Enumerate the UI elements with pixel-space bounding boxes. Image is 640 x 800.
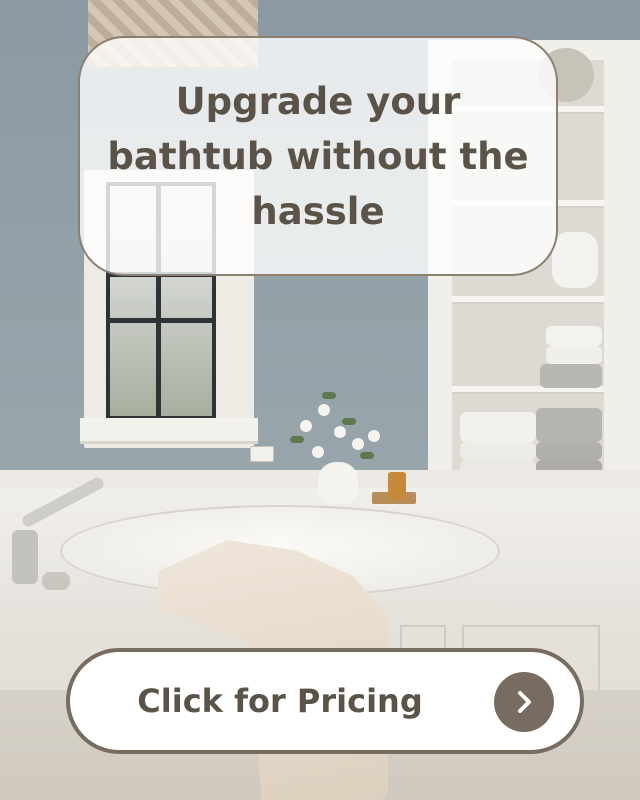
folded-towel: [460, 442, 536, 460]
flower: [312, 446, 324, 458]
window-mullion: [106, 318, 216, 323]
headline-card: Upgrade your bathtub without the hassle: [78, 36, 558, 276]
leaf: [322, 392, 336, 399]
ad-banner: Upgrade your bathtub without the hassle …: [0, 0, 640, 800]
folded-towel: [546, 346, 602, 364]
flower: [368, 430, 380, 442]
folded-towel: [460, 412, 536, 442]
flower: [334, 426, 346, 438]
faucet-base: [12, 530, 38, 584]
chevron-right-icon[interactable]: [494, 672, 554, 732]
flower: [300, 420, 312, 432]
headline: Upgrade your bathtub without the hassle: [107, 79, 529, 233]
flower: [352, 438, 364, 450]
folded-towel: [536, 408, 602, 442]
folded-towel: [540, 364, 602, 388]
flower: [318, 404, 330, 416]
leaf: [290, 436, 304, 443]
pitcher: [552, 232, 598, 288]
flower-vase: [318, 462, 358, 504]
leaf: [360, 452, 374, 459]
window-sill: [80, 418, 258, 444]
folded-towel: [546, 326, 602, 346]
pricing-button-label: Click for Pricing: [137, 682, 423, 720]
faucet-handle: [42, 572, 70, 590]
soap-bottle: [388, 472, 406, 500]
shelf-board: [452, 296, 604, 304]
leaf: [342, 418, 356, 425]
folded-towel: [536, 442, 602, 460]
wall-outlet: [250, 446, 274, 462]
pricing-button[interactable]: Click for Pricing: [66, 648, 584, 754]
